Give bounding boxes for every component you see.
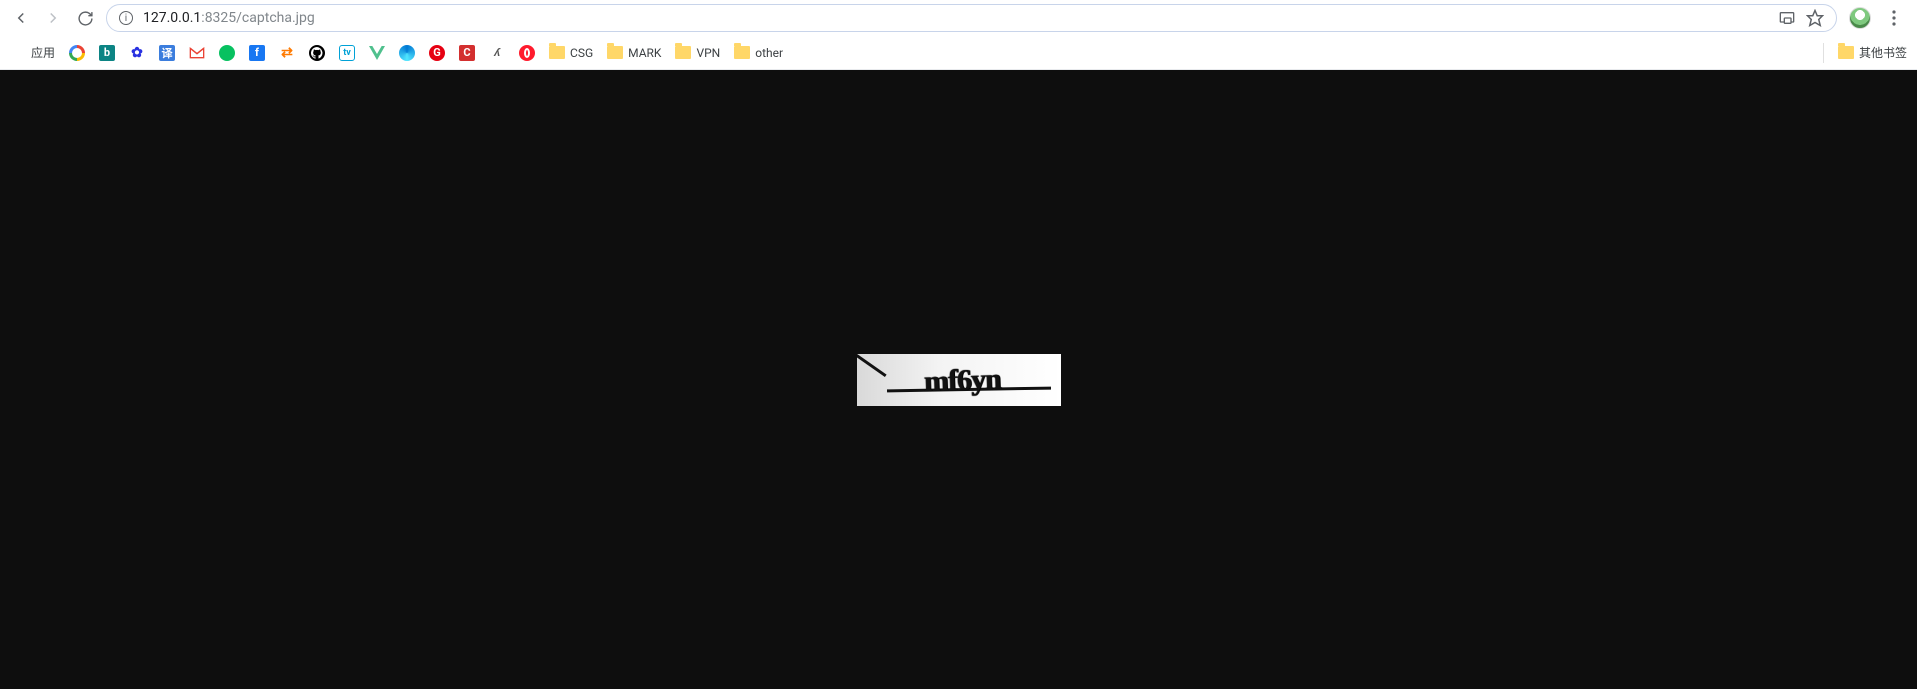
facebook-icon: f <box>249 45 265 61</box>
captcha-image: mf6yn <box>857 354 1061 406</box>
toolbar-right <box>1849 7 1909 29</box>
bookmark-red-circle[interactable]: G <box>429 36 445 69</box>
other-bookmarks-label: 其他书签 <box>1859 44 1907 61</box>
device-cast-icon[interactable] <box>1778 9 1796 27</box>
url-text: 127.0.0.1:8325/captcha.jpg <box>143 10 1768 26</box>
bookmark-folder-mark[interactable]: MARK <box>607 36 661 69</box>
baidu-icon: ✿ <box>129 45 145 61</box>
wechat-icon <box>219 45 235 61</box>
folder-label: MARK <box>628 46 661 60</box>
folder-label: CSG <box>570 46 593 60</box>
bookmark-gmail[interactable] <box>189 36 205 69</box>
bookmark-wechat[interactable] <box>219 36 235 69</box>
bookmark-baidu[interactable]: ✿ <box>129 36 145 69</box>
red-circle-icon: G <box>429 45 445 61</box>
folder-icon <box>549 46 565 59</box>
github-icon <box>309 45 325 61</box>
chrome-menu-icon[interactable] <box>1885 9 1903 27</box>
browser-toolbar: i 127.0.0.1:8325/captcha.jpg <box>0 0 1917 36</box>
bookmark-bilibili[interactable]: tv <box>339 36 355 69</box>
folder-icon <box>675 46 691 59</box>
bilibili-icon: tv <box>339 45 355 61</box>
bing-icon: b <box>99 45 115 61</box>
captcha-text: mf6yn <box>923 362 1001 399</box>
bookmark-star-icon[interactable] <box>1806 9 1824 27</box>
forward-button[interactable] <box>44 9 62 27</box>
translate-icon: 译 <box>159 45 175 61</box>
edge-icon <box>399 45 415 61</box>
bookmark-edge[interactable] <box>399 36 415 69</box>
folder-label: VPN <box>696 46 720 60</box>
bookmark-bing[interactable]: b <box>99 36 115 69</box>
captcha-noise-line <box>857 354 887 377</box>
orange-link-icon: ⇄ <box>279 45 295 61</box>
bookmarks-bar: 应用 b ✿ 译 f ⇄ tv G C ʎ CSG MARK VPN other… <box>0 36 1917 70</box>
bookmark-google[interactable] <box>69 36 85 69</box>
apps-grid-icon <box>10 45 26 61</box>
other-bookmarks-folder[interactable]: 其他书签 <box>1838 36 1907 69</box>
folder-label: other <box>755 46 783 60</box>
bookmark-scribble[interactable]: ʎ <box>489 36 505 69</box>
vue-icon <box>369 45 385 61</box>
bookmark-github[interactable] <box>309 36 325 69</box>
opera-icon <box>519 45 535 61</box>
bookmark-folder-csg[interactable]: CSG <box>549 36 593 69</box>
url-host: 127.0.0.1 <box>143 10 201 26</box>
profile-avatar-icon[interactable] <box>1849 7 1871 29</box>
bookmark-opera[interactable] <box>519 36 535 69</box>
folder-icon <box>607 46 623 59</box>
bookmark-site-orange[interactable]: ⇄ <box>279 36 295 69</box>
page-viewport: mf6yn <box>0 70 1917 689</box>
back-button[interactable] <box>12 9 30 27</box>
google-icon <box>69 45 85 61</box>
nav-buttons <box>8 9 94 27</box>
site-info-icon[interactable]: i <box>119 11 133 25</box>
folder-icon <box>1838 46 1854 59</box>
bookmark-translate[interactable]: 译 <box>159 36 175 69</box>
bookmark-red-square[interactable]: C <box>459 36 475 69</box>
bookmark-folder-vpn[interactable]: VPN <box>675 36 720 69</box>
folder-icon <box>734 46 750 59</box>
bookmark-folder-other[interactable]: other <box>734 36 783 69</box>
apps-shortcut[interactable]: 应用 <box>10 36 55 69</box>
url-path: :8325/captcha.jpg <box>201 10 314 26</box>
apps-label: 应用 <box>31 44 55 61</box>
gmail-icon <box>189 45 205 61</box>
red-square-icon: C <box>459 45 475 61</box>
address-bar[interactable]: i 127.0.0.1:8325/captcha.jpg <box>106 4 1837 32</box>
scribble-icon: ʎ <box>489 45 505 61</box>
bookmark-vue[interactable] <box>369 36 385 69</box>
reload-button[interactable] <box>76 9 94 27</box>
bookmarks-separator <box>1823 43 1824 63</box>
bookmark-facebook[interactable]: f <box>249 36 265 69</box>
